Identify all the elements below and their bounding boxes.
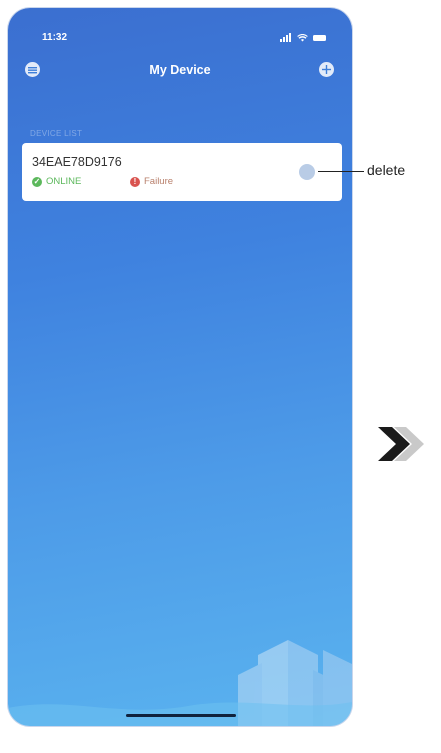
delete-button[interactable] — [299, 164, 315, 180]
add-device-button[interactable] — [319, 62, 334, 77]
battery-icon — [313, 34, 326, 41]
next-chevron-icon — [378, 427, 424, 461]
online-status: ✓ ONLINE — [32, 176, 81, 187]
wifi-icon — [297, 33, 308, 42]
online-label: ONLINE — [46, 176, 82, 187]
status-icons — [280, 33, 326, 42]
status-time: 11:32 — [42, 32, 68, 43]
failure-label: Failure — [144, 176, 174, 187]
callout-line — [318, 171, 364, 172]
home-indicator — [126, 714, 236, 717]
delete-callout: delete — [367, 162, 406, 178]
signal-icon — [280, 33, 292, 42]
wave-decoration — [8, 702, 352, 726]
section-label: DEVICE LIST — [30, 129, 83, 138]
failure-status: ! Failure — [130, 176, 173, 187]
device-card[interactable]: 34EAE78D9176 ✓ ONLINE ! Failure — [22, 143, 342, 201]
check-icon: ✓ — [32, 176, 42, 187]
plus-icon — [322, 65, 331, 74]
page-title: My Device — [149, 63, 211, 77]
alert-icon: ! — [130, 176, 140, 187]
phone-screen: 11:32 My Device DEVICE LIST 34EAE78D9176… — [8, 8, 352, 726]
device-id: 34EAE78D9176 — [32, 155, 122, 169]
